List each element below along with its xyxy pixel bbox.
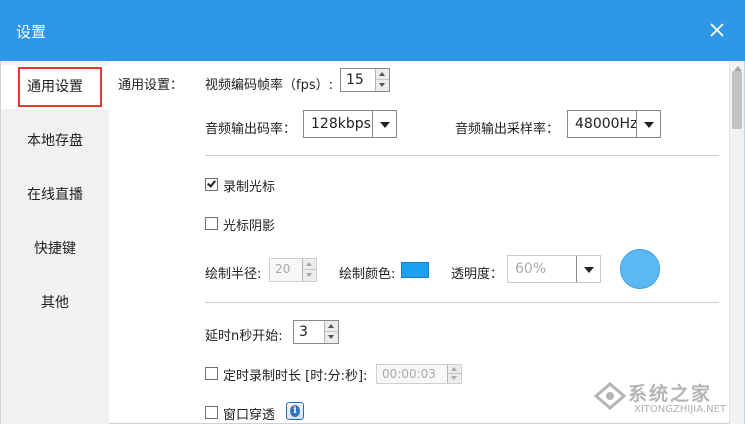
sidebar-item-label: 在线直播	[27, 187, 83, 203]
sidebar-item-local-storage[interactable]: 本地存盘	[1, 119, 109, 163]
chevron-down-icon	[451, 376, 457, 380]
checkmark-icon	[207, 178, 216, 188]
sidebar-item-label: 其他	[41, 295, 69, 311]
spin-down-button[interactable]	[376, 80, 389, 91]
chevron-up-icon	[306, 262, 312, 266]
bitrate-label: 音频输出码率：	[205, 122, 297, 137]
watermark-text: 系统之家	[628, 383, 713, 405]
cursor-shadow-checkbox[interactable]	[205, 217, 218, 230]
fps-spinbox[interactable]: 15	[340, 68, 390, 92]
info-icon[interactable]: i	[286, 402, 304, 420]
fps-label: 视频编码帧率（fps）:	[205, 78, 333, 93]
sidebar-item-other[interactable]: 其他	[1, 281, 109, 325]
bitrate-value: 128kbps	[311, 116, 371, 132]
opacity-label: 透明度：	[451, 267, 504, 282]
radius-label: 绘制半径:	[205, 267, 262, 282]
watermark: 系统之家 XITONGZHIJIA.NET	[588, 374, 738, 420]
spin-down-button[interactable]	[325, 332, 338, 343]
section-label-general: 通用设置：	[118, 78, 184, 93]
chevron-down-icon	[644, 122, 654, 128]
chevron-down-icon	[306, 273, 312, 277]
chevron-down-icon	[380, 122, 390, 128]
vertical-scrollbar[interactable]	[729, 61, 744, 424]
bitrate-dropdown[interactable]: 128kbps	[303, 110, 397, 138]
cursor-preview-circle	[620, 249, 660, 289]
delay-label: 延时n秒开始:	[205, 329, 283, 344]
radius-spinbox[interactable]: 20	[269, 258, 317, 282]
sidebar: 通用设置 本地存盘 在线直播 快捷键 其他	[1, 61, 109, 424]
radius-value: 20	[275, 262, 291, 276]
sidebar-item-label: 本地存盘	[27, 133, 83, 149]
window-title: 设置	[16, 23, 47, 41]
settings-content: 通用设置： 视频编码帧率（fps）: 15 音频输出码率： 128kbps 音频…	[109, 61, 729, 424]
color-swatch[interactable]	[401, 262, 429, 278]
chevron-up-icon	[379, 72, 385, 76]
color-label: 绘制颜色:	[339, 267, 396, 282]
timed-record-checkbox[interactable]	[205, 367, 218, 380]
chevron-up-icon	[328, 324, 334, 328]
samplerate-value: 48000Hz	[575, 116, 638, 132]
title-bar: 设置	[0, 0, 745, 61]
spin-up-button[interactable]	[376, 69, 389, 80]
samplerate-label: 音频输出采样率：	[455, 122, 560, 137]
spin-up-button[interactable]	[303, 259, 316, 270]
chevron-up-icon	[451, 367, 457, 371]
record-cursor-label: 录制光标	[223, 180, 276, 195]
sidebar-item-live-stream[interactable]: 在线直播	[1, 173, 109, 217]
sidebar-item-general[interactable]: 通用设置	[1, 65, 109, 109]
record-cursor-checkbox[interactable]	[205, 178, 218, 191]
sidebar-item-label: 快捷键	[34, 241, 76, 257]
samplerate-dropdown[interactable]: 48000Hz	[567, 110, 661, 138]
opacity-value: 60%	[515, 261, 547, 277]
chevron-down-icon	[328, 335, 334, 339]
active-highlight-box	[18, 67, 102, 107]
chevron-down-icon	[379, 83, 385, 87]
spin-up-button[interactable]	[325, 321, 338, 332]
watermark-subtext: XITONGZHIJIA.NET	[634, 404, 726, 415]
spin-down-button[interactable]	[303, 270, 316, 281]
timed-duration-spinbox[interactable]: 00:00:03	[376, 364, 462, 384]
close-icon[interactable]	[707, 20, 727, 40]
sidebar-item-hotkeys[interactable]: 快捷键	[1, 227, 109, 271]
divider	[205, 155, 719, 156]
timed-record-label: 定时录制时长 [时:分:秒]:	[223, 369, 368, 384]
timed-duration-value: 00:00:03	[382, 367, 436, 381]
spin-up-button[interactable]	[448, 365, 461, 374]
delay-spinbox[interactable]: 3	[293, 320, 339, 344]
divider	[205, 302, 719, 303]
spin-down-button[interactable]	[448, 374, 461, 383]
delay-value: 3	[299, 324, 308, 340]
window-through-checkbox[interactable]	[205, 406, 218, 419]
chevron-down-icon	[584, 267, 594, 273]
opacity-dropdown[interactable]: 60%	[507, 255, 601, 283]
fps-value: 15	[346, 72, 364, 88]
scrollbar-thumb[interactable]	[732, 71, 742, 129]
window-through-label: 窗口穿透	[223, 408, 276, 423]
cursor-shadow-label: 光标阴影	[223, 219, 276, 234]
watermark-logo-icon	[593, 382, 627, 410]
